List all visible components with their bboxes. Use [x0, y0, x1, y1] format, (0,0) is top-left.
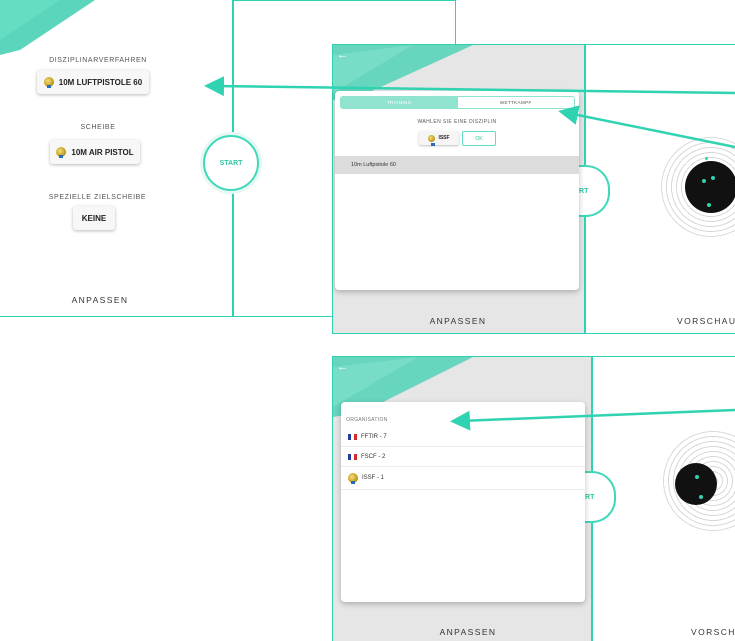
annotation-arrow-discipline — [204, 76, 735, 97]
annotation-arrow-organisation — [450, 408, 735, 431]
annotation-arrow-tabs — [558, 105, 735, 149]
annotation-arrows — [204, 76, 735, 431]
